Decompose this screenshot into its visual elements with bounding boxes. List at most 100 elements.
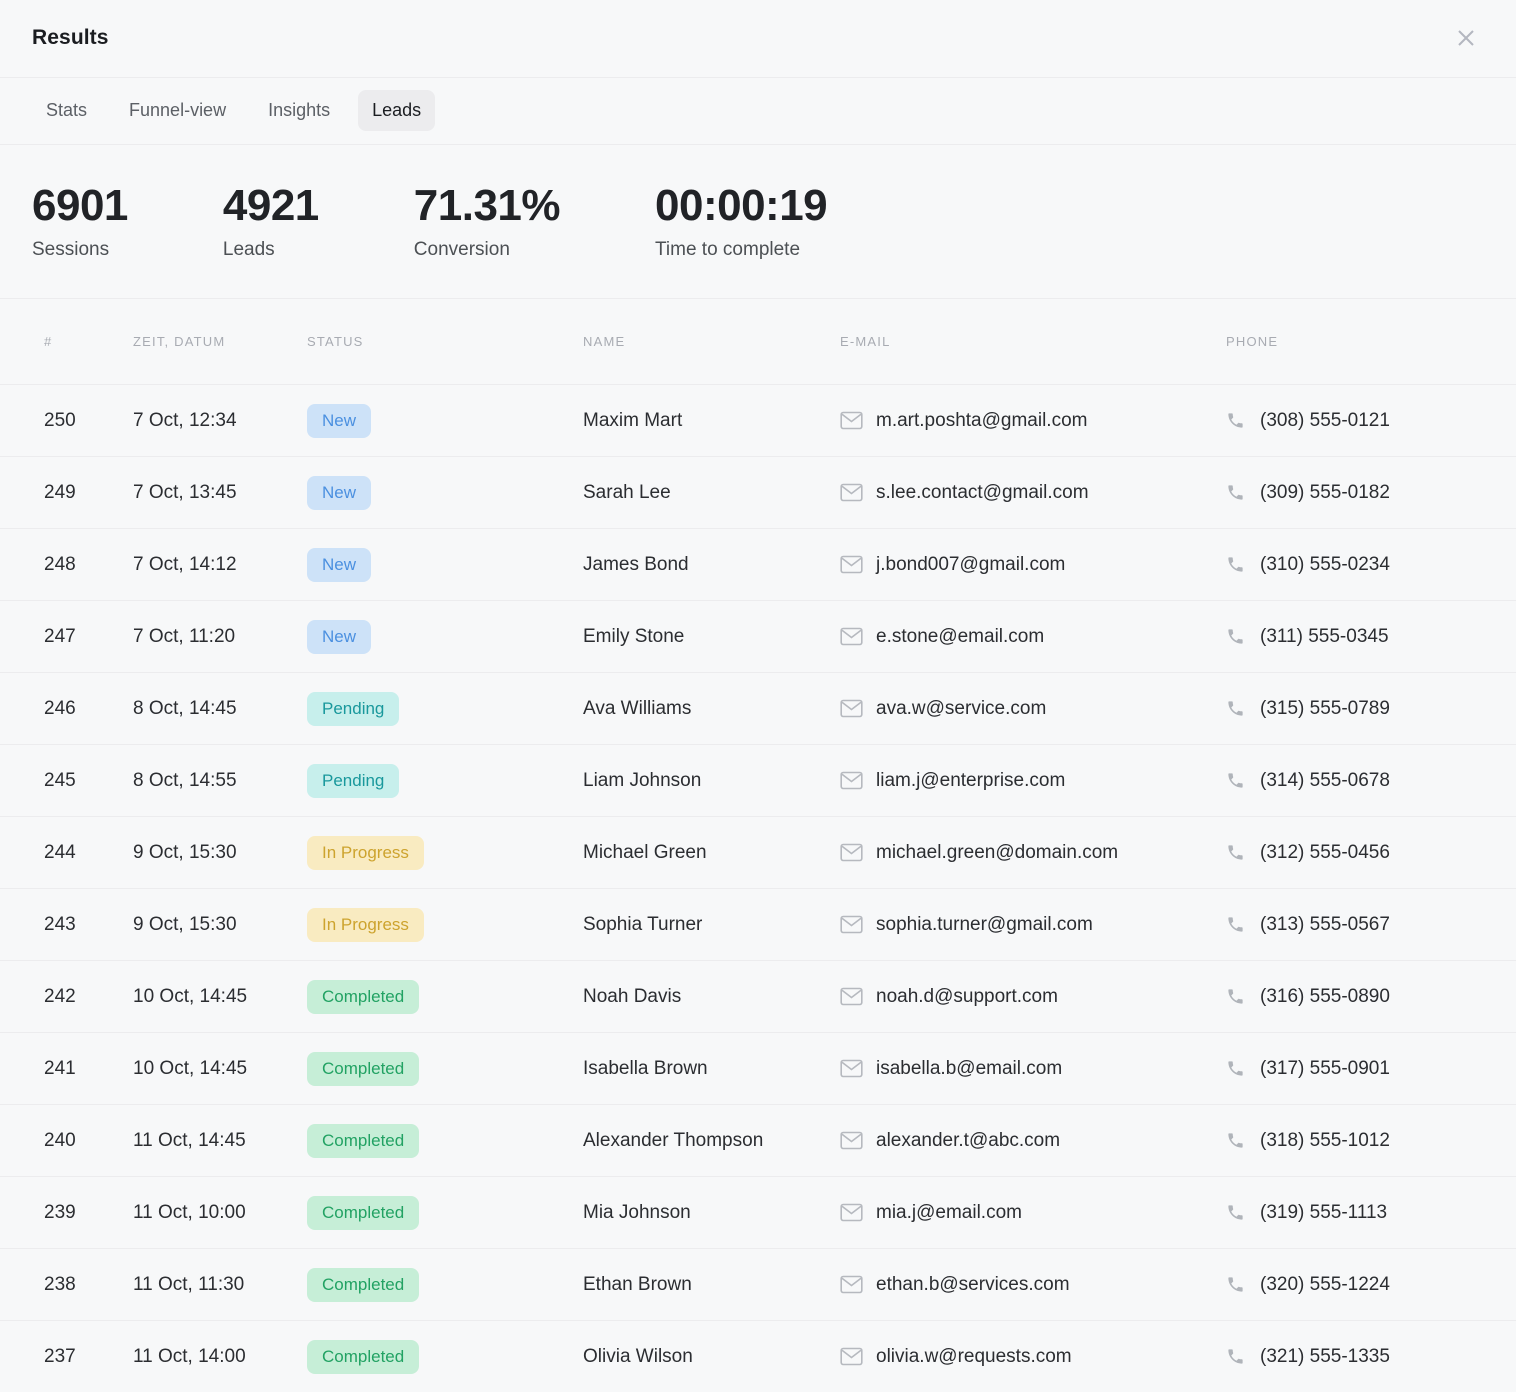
stat-value: 4921 (223, 181, 319, 231)
lead-datetime: 7 Oct, 13:45 (133, 482, 307, 504)
status-badge: Completed (307, 1124, 419, 1158)
lead-name: Noah Davis (583, 986, 840, 1008)
mail-icon (840, 555, 863, 574)
mail-icon (840, 1347, 863, 1366)
lead-email-cell: noah.d@support.com (840, 986, 1226, 1008)
phone-icon (1226, 411, 1245, 430)
table-body: 250 7 Oct, 12:34 New Maxim Mart m.art.po… (0, 384, 1516, 1392)
lead-name: Isabella Brown (583, 1058, 840, 1080)
close-icon (1454, 26, 1478, 50)
lead-phone: (319) 555-1113 (1260, 1202, 1387, 1224)
lead-phone: (313) 555-0567 (1260, 914, 1390, 936)
table-row[interactable]: 239 11 Oct, 10:00 Completed Mia Johnson … (0, 1176, 1516, 1248)
phone-icon (1226, 1059, 1245, 1078)
lead-phone: (315) 555-0789 (1260, 698, 1390, 720)
lead-datetime: 11 Oct, 11:30 (133, 1274, 307, 1296)
tab-leads[interactable]: Leads (358, 90, 435, 131)
tab-funnel-view[interactable]: Funnel-view (115, 90, 240, 131)
lead-phone: (317) 555-0901 (1260, 1058, 1390, 1080)
lead-datetime: 8 Oct, 14:55 (133, 770, 307, 792)
table-row[interactable]: 237 11 Oct, 14:00 Completed Olivia Wilso… (0, 1320, 1516, 1392)
lead-name: Maxim Mart (583, 410, 840, 432)
lead-phone: (308) 555-0121 (1260, 410, 1390, 432)
lead-email: michael.green@domain.com (876, 842, 1118, 864)
status-badge: Completed (307, 980, 419, 1014)
phone-icon (1226, 987, 1245, 1006)
lead-email: alexander.t@abc.com (876, 1130, 1060, 1152)
stat-block: 00:00:19 Time to complete (655, 181, 827, 261)
lead-name: Mia Johnson (583, 1202, 840, 1224)
lead-name: Alexander Thompson (583, 1130, 840, 1152)
lead-email: ava.w@service.com (876, 698, 1046, 720)
mail-icon (840, 1059, 863, 1078)
stat-label: Leads (223, 239, 319, 261)
stat-value: 6901 (32, 181, 128, 231)
lead-datetime: 9 Oct, 15:30 (133, 914, 307, 936)
table-row[interactable]: 247 7 Oct, 11:20 New Emily Stone e.stone… (0, 600, 1516, 672)
close-button[interactable] (1448, 20, 1484, 56)
lead-email: sophia.turner@gmail.com (876, 914, 1093, 936)
status-badge: Pending (307, 692, 399, 726)
lead-phone-cell: (318) 555-1012 (1226, 1130, 1484, 1152)
table-row[interactable]: 238 11 Oct, 11:30 Completed Ethan Brown … (0, 1248, 1516, 1320)
lead-name: Ethan Brown (583, 1274, 840, 1296)
lead-email: ethan.b@services.com (876, 1274, 1070, 1296)
lead-email-cell: sophia.turner@gmail.com (840, 914, 1226, 936)
lead-email-cell: mia.j@email.com (840, 1202, 1226, 1224)
table-row[interactable]: 245 8 Oct, 14:55 Pending Liam Johnson li… (0, 744, 1516, 816)
mail-icon (840, 627, 863, 646)
lead-email-cell: ava.w@service.com (840, 698, 1226, 720)
lead-phone-cell: (315) 555-0789 (1226, 698, 1484, 720)
lead-datetime: 10 Oct, 14:45 (133, 1058, 307, 1080)
lead-email-cell: liam.j@enterprise.com (840, 770, 1226, 792)
lead-email: noah.d@support.com (876, 986, 1058, 1008)
lead-name: Michael Green (583, 842, 840, 864)
table-row[interactable]: 246 8 Oct, 14:45 Pending Ava Williams av… (0, 672, 1516, 744)
lead-datetime: 9 Oct, 15:30 (133, 842, 307, 864)
status-badge: Pending (307, 764, 399, 798)
lead-phone-cell: (311) 555-0345 (1226, 626, 1484, 648)
mail-icon (840, 483, 863, 502)
lead-id: 239 (32, 1202, 133, 1224)
table-row[interactable]: 242 10 Oct, 14:45 Completed Noah Davis n… (0, 960, 1516, 1032)
table-row[interactable]: 241 10 Oct, 14:45 Completed Isabella Bro… (0, 1032, 1516, 1104)
tab-stats[interactable]: Stats (32, 90, 101, 131)
stat-label: Sessions (32, 239, 128, 261)
lead-phone-cell: (319) 555-1113 (1226, 1202, 1484, 1224)
phone-icon (1226, 1203, 1245, 1222)
phone-icon (1226, 699, 1245, 718)
table-row[interactable]: 248 7 Oct, 14:12 New James Bond j.bond00… (0, 528, 1516, 600)
lead-email: m.art.poshta@gmail.com (876, 410, 1087, 432)
lead-id: 245 (32, 770, 133, 792)
table-row[interactable]: 243 9 Oct, 15:30 In Progress Sophia Turn… (0, 888, 1516, 960)
lead-id: 243 (32, 914, 133, 936)
lead-name: Sarah Lee (583, 482, 840, 504)
mail-icon (840, 843, 863, 862)
table-row[interactable]: 244 9 Oct, 15:30 In Progress Michael Gre… (0, 816, 1516, 888)
lead-phone-cell: (310) 555-0234 (1226, 554, 1484, 576)
lead-phone: (316) 555-0890 (1260, 986, 1390, 1008)
tab-insights[interactable]: Insights (254, 90, 344, 131)
status-badge: New (307, 620, 371, 654)
lead-datetime: 11 Oct, 14:00 (133, 1346, 307, 1368)
lead-email: s.lee.contact@gmail.com (876, 482, 1089, 504)
column-header-phone: PHONE (1226, 334, 1484, 349)
table-row[interactable]: 250 7 Oct, 12:34 New Maxim Mart m.art.po… (0, 384, 1516, 456)
lead-phone-cell: (312) 555-0456 (1226, 842, 1484, 864)
lead-datetime: 11 Oct, 10:00 (133, 1202, 307, 1224)
lead-id: 247 (32, 626, 133, 648)
lead-datetime: 7 Oct, 12:34 (133, 410, 307, 432)
lead-id: 242 (32, 986, 133, 1008)
stat-block: 4921 Leads (223, 181, 319, 261)
lead-phone-cell: (309) 555-0182 (1226, 482, 1484, 504)
lead-name: Emily Stone (583, 626, 840, 648)
mail-icon (840, 987, 863, 1006)
lead-phone-cell: (317) 555-0901 (1226, 1058, 1484, 1080)
table-row[interactable]: 249 7 Oct, 13:45 New Sarah Lee s.lee.con… (0, 456, 1516, 528)
table-row[interactable]: 240 11 Oct, 14:45 Completed Alexander Th… (0, 1104, 1516, 1176)
lead-phone-cell: (314) 555-0678 (1226, 770, 1484, 792)
tab-label: Stats (46, 100, 87, 120)
lead-phone-cell: (313) 555-0567 (1226, 914, 1484, 936)
status-badge: Completed (307, 1052, 419, 1086)
lead-name: Ava Williams (583, 698, 840, 720)
